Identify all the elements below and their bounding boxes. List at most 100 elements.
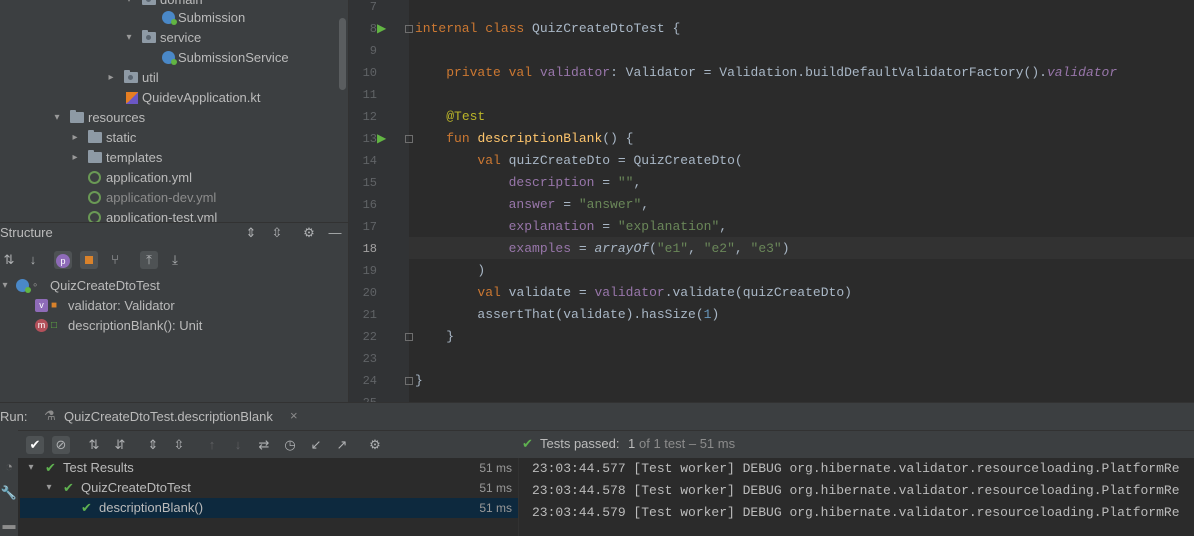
test-tree-row-selected[interactable]: ✔ descriptionBlank() 51 ms bbox=[20, 498, 518, 518]
wrench-icon[interactable]: 🔧 bbox=[0, 484, 18, 502]
code-line-15: description = "", bbox=[508, 175, 642, 190]
code-line-17: explanation = "explanation", bbox=[508, 219, 728, 234]
run-test-icon[interactable]: ▶ bbox=[377, 22, 389, 34]
show-passed-icon[interactable]: ✔ bbox=[26, 436, 44, 454]
line-number: 15 bbox=[362, 176, 377, 190]
chevron-down-icon[interactable]: ▾ bbox=[52, 108, 62, 128]
line-number: 24 bbox=[362, 374, 377, 388]
run-label: Run: bbox=[0, 409, 28, 424]
tree-item-label: Submission bbox=[178, 10, 246, 25]
export-results-icon[interactable]: ↗ bbox=[333, 436, 351, 454]
line-number: 8 bbox=[369, 22, 377, 36]
run-test-icon[interactable]: ▶ bbox=[377, 132, 389, 144]
project-scrollbar[interactable] bbox=[339, 18, 346, 90]
line-number: 17 bbox=[362, 220, 377, 234]
sort-alpha-icon[interactable]: ⇅ bbox=[85, 436, 103, 454]
tree-item-application-dev-yml[interactable]: application-dev.yml bbox=[0, 188, 340, 208]
test-tree-row[interactable]: ▾ ✔ QuizCreateDtoTest 51 ms bbox=[20, 478, 518, 498]
fold-icon[interactable] bbox=[405, 135, 413, 143]
chevron-down-icon[interactable]: ▾ bbox=[0, 276, 10, 296]
method-icon: m bbox=[35, 319, 48, 332]
resources-folder-icon bbox=[70, 110, 84, 123]
tree-item-label: application-dev.yml bbox=[106, 190, 217, 205]
tree-item-label: QuidevApplication.kt bbox=[142, 90, 261, 105]
minimize-icon[interactable]: — bbox=[326, 224, 344, 242]
tree-item-templates[interactable]: ▸ templates bbox=[0, 148, 340, 168]
test-duration: 51 ms bbox=[479, 501, 512, 515]
folder-icon bbox=[88, 150, 102, 163]
fold-icon[interactable] bbox=[405, 377, 413, 385]
code-line-14: val quizCreateDto = QuizCreateDto( bbox=[477, 153, 743, 168]
code-line-13: fun descriptionBlank() { bbox=[446, 131, 634, 146]
tree-item-label: SubmissionService bbox=[178, 50, 289, 65]
chevron-right-icon[interactable]: ▸ bbox=[106, 68, 116, 88]
show-ignored-icon[interactable]: ⊘ bbox=[52, 436, 70, 454]
expand-all-icon[interactable]: ⇕ bbox=[242, 224, 260, 242]
code-editor[interactable]: 7 8 9 10 11 12 13 14 15 16 17 18 19 20 2… bbox=[348, 0, 1194, 410]
console-line: 23:03:44.579 [Test worker] DEBUG org.hib… bbox=[532, 505, 1180, 520]
kotlin-class-icon bbox=[162, 51, 177, 65]
splitter[interactable] bbox=[518, 458, 519, 536]
previous-failed-icon[interactable]: ↑ bbox=[203, 436, 221, 454]
folder-icon bbox=[88, 130, 102, 143]
autoscroll-to-source-icon[interactable]: ⤒ bbox=[140, 251, 158, 269]
import-results-icon[interactable]: ↙ bbox=[307, 436, 325, 454]
structure-item-label: descriptionBlank(): Unit bbox=[68, 318, 203, 333]
sort-duration-icon[interactable]: ⇵ bbox=[111, 436, 129, 454]
tree-item-label: service bbox=[160, 30, 202, 45]
line-number: 12 bbox=[362, 110, 377, 124]
tree-item-label: templates bbox=[106, 150, 163, 165]
test-status-count: 1 bbox=[628, 436, 636, 451]
tree-item-submission-service[interactable]: SubmissionService bbox=[0, 48, 340, 68]
structure-root[interactable]: ▾ ∘ QuizCreateDtoTest bbox=[0, 276, 340, 296]
lock-private-icon: ■ bbox=[51, 300, 58, 311]
chevron-down-icon[interactable]: ▾ bbox=[44, 478, 54, 498]
tree-item-resources[interactable]: ▾ resources bbox=[0, 108, 340, 128]
expand-all-icon[interactable]: ⇕ bbox=[144, 436, 162, 454]
structure-item-validator[interactable]: v ■ validator: Validator bbox=[0, 296, 340, 316]
gear-icon[interactable]: ⚙ bbox=[300, 224, 318, 242]
console-line: 23:03:44.578 [Test worker] DEBUG org.hib… bbox=[532, 483, 1180, 498]
autoscroll-from-source-icon[interactable]: ⤓ bbox=[166, 251, 184, 269]
close-icon[interactable]: × bbox=[290, 408, 298, 423]
test-tree-row[interactable]: ▾ ✔ Test Results 51 ms bbox=[20, 458, 518, 478]
sort-alpha-icon[interactable]: ↓ bbox=[24, 251, 42, 269]
tree-item-util[interactable]: ▸ util bbox=[0, 68, 340, 88]
fold-icon[interactable] bbox=[405, 333, 413, 341]
history-icon[interactable]: ◷ bbox=[281, 436, 299, 454]
chevron-down-icon[interactable]: ▾ bbox=[26, 458, 36, 478]
collapse-all-icon[interactable]: ⇳ bbox=[268, 224, 286, 242]
test-label: QuizCreateDtoTest bbox=[81, 480, 191, 495]
show-properties-icon[interactable]: p bbox=[54, 251, 72, 269]
import-tests-icon[interactable]: ⇄ bbox=[255, 436, 273, 454]
tree-item-application-yml[interactable]: application.yml bbox=[0, 168, 340, 188]
line-number: 16 bbox=[362, 198, 377, 212]
tree-item-service[interactable]: ▾ service bbox=[0, 28, 340, 48]
tree-item-quidev-application[interactable]: QuidevApplication.kt bbox=[0, 88, 340, 108]
kotlin-class-icon bbox=[162, 11, 177, 25]
project-tree-panel: ▾ domain Submission ▾ service Submission… bbox=[0, 0, 348, 222]
chevron-right-icon[interactable]: ▸ bbox=[70, 148, 80, 168]
sort-visibility-icon[interactable]: ⇅ bbox=[0, 251, 18, 269]
debug-icon[interactable]: ◔ bbox=[0, 458, 18, 476]
layout-icon[interactable]: ▬ bbox=[0, 516, 18, 534]
next-failed-icon[interactable]: ↓ bbox=[229, 436, 247, 454]
tree-item-submission[interactable]: Submission bbox=[0, 8, 340, 28]
structure-item-description-blank[interactable]: m □ descriptionBlank(): Unit bbox=[0, 316, 340, 336]
tree-item-static[interactable]: ▸ static bbox=[0, 128, 340, 148]
gear-icon[interactable]: ⚙ bbox=[366, 436, 384, 454]
chevron-right-icon[interactable]: ▸ bbox=[70, 128, 80, 148]
editor-gutter: 7 8 9 10 11 12 13 14 15 16 17 18 19 20 2… bbox=[349, 0, 413, 410]
show-non-public-icon[interactable] bbox=[80, 251, 98, 269]
package-icon bbox=[124, 70, 138, 83]
tree-item-label: resources bbox=[88, 110, 146, 125]
collapse-all-icon[interactable]: ⇳ bbox=[170, 436, 188, 454]
chevron-down-icon[interactable]: ▾ bbox=[124, 28, 134, 48]
show-inherited-icon[interactable]: ⑂ bbox=[106, 251, 124, 269]
fold-icon[interactable] bbox=[405, 25, 413, 33]
console-line: 23:03:44.577 [Test worker] DEBUG org.hib… bbox=[532, 461, 1180, 476]
test-status-prefix: Tests passed: bbox=[540, 436, 620, 451]
run-tab-title[interactable]: QuizCreateDtoTest.descriptionBlank bbox=[64, 409, 273, 424]
tree-item-application-test-yml[interactable]: application-test.yml bbox=[0, 208, 340, 222]
passed-check-icon: ✔ bbox=[81, 500, 92, 515]
